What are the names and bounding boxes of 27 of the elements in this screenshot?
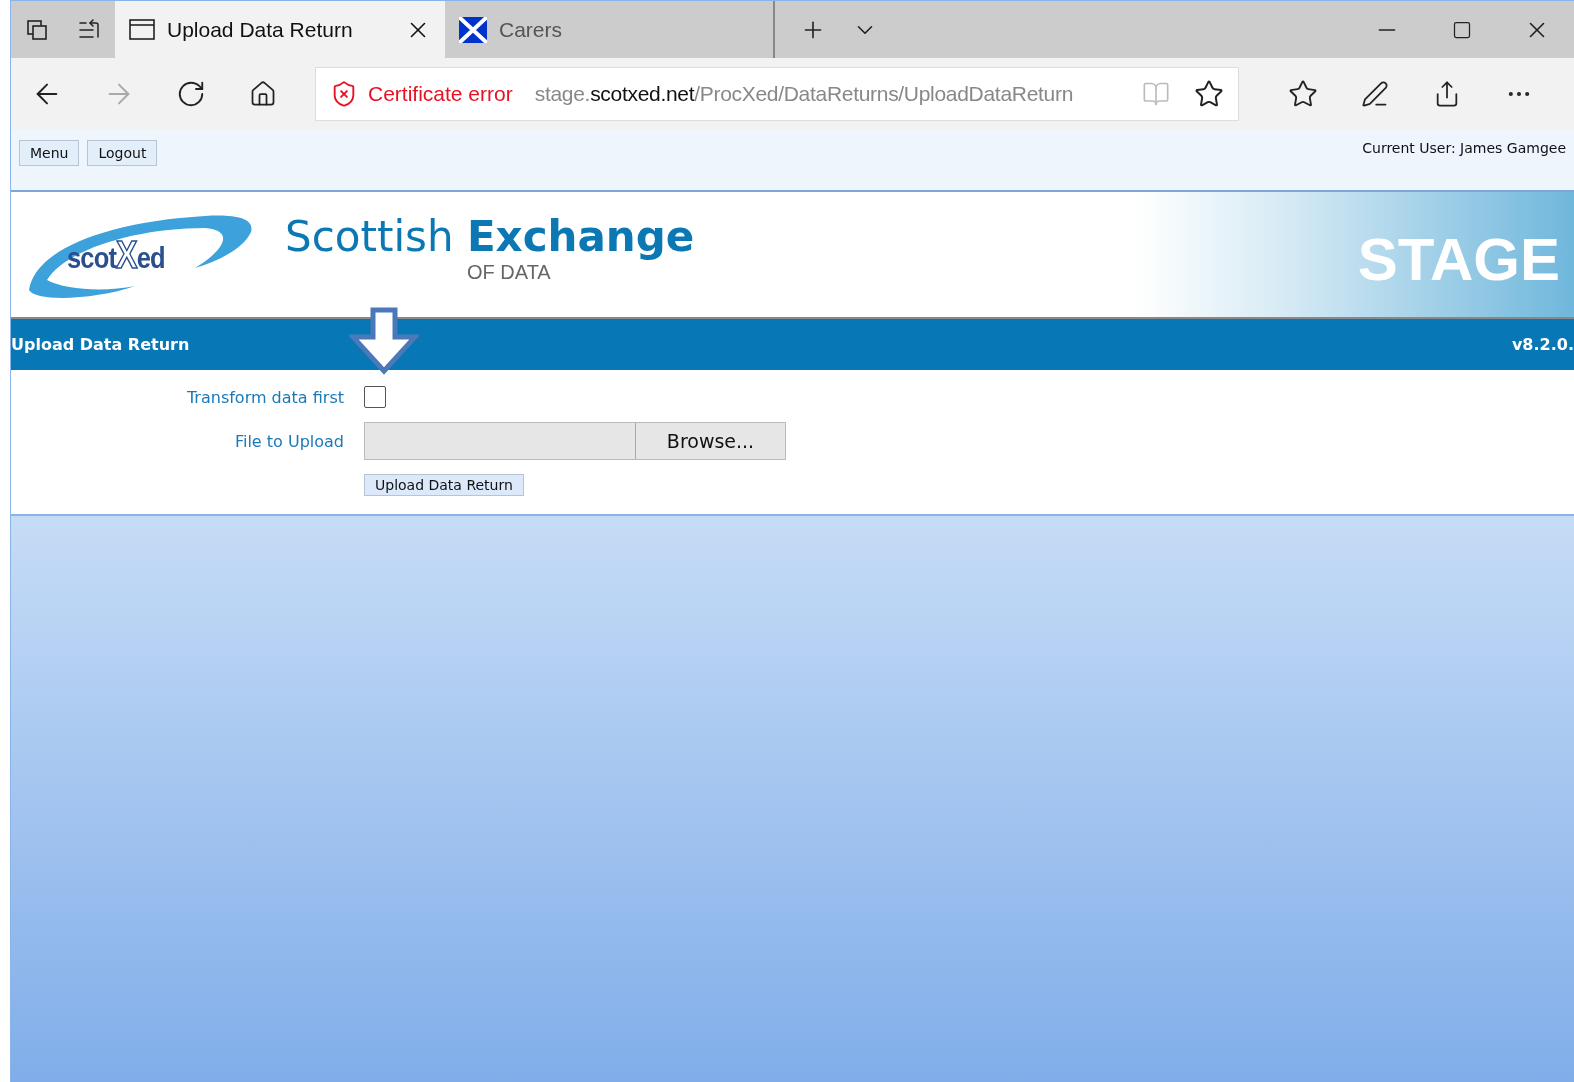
- section-title: Upload Data Return: [11, 335, 190, 354]
- field-label: Transform data first: [185, 387, 344, 407]
- address-bar[interactable]: Certificate error stage.scotxed.net/ProcXed/DataReturns/UploadDataReturn: [315, 67, 1239, 121]
- home-icon[interactable]: [249, 80, 277, 108]
- site-title: Scottish Exchange: [285, 211, 696, 261]
- maximize-icon[interactable]: [1451, 19, 1472, 40]
- favorites-icon[interactable]: [1288, 79, 1318, 109]
- site-subtitle: OF DATA: [467, 260, 552, 284]
- pen-icon[interactable]: [1361, 80, 1389, 108]
- flag-icon: [459, 16, 487, 43]
- checkbox[interactable]: [364, 386, 386, 408]
- logo-text: scotXed: [67, 233, 165, 277]
- environment-label: STAGE: [1357, 225, 1560, 294]
- current-user: Current User: James Gamgee: [1362, 140, 1566, 158]
- nav-button[interactable]: Menu: [19, 140, 80, 166]
- upload-button[interactable]: Upload Data Return: [364, 474, 524, 496]
- tab-preview-icon[interactable]: [25, 17, 49, 42]
- browser-tab[interactable]: Upload Data Return: [115, 1, 445, 58]
- nav-button[interactable]: Logout: [87, 140, 158, 166]
- refresh-icon[interactable]: [176, 79, 206, 109]
- version-label: v8.2.0.: [1511, 335, 1574, 354]
- certificate-error[interactable]: Certificate error: [368, 82, 513, 106]
- url-text: stage.scotxed.net/ProcXed/DataReturns/UploadDataReturn: [534, 82, 1074, 106]
- file-field[interactable]: Browse...: [364, 422, 786, 460]
- page-icon: [129, 17, 155, 42]
- field-label: File to Upload: [233, 431, 344, 451]
- star-icon[interactable]: [1194, 79, 1224, 109]
